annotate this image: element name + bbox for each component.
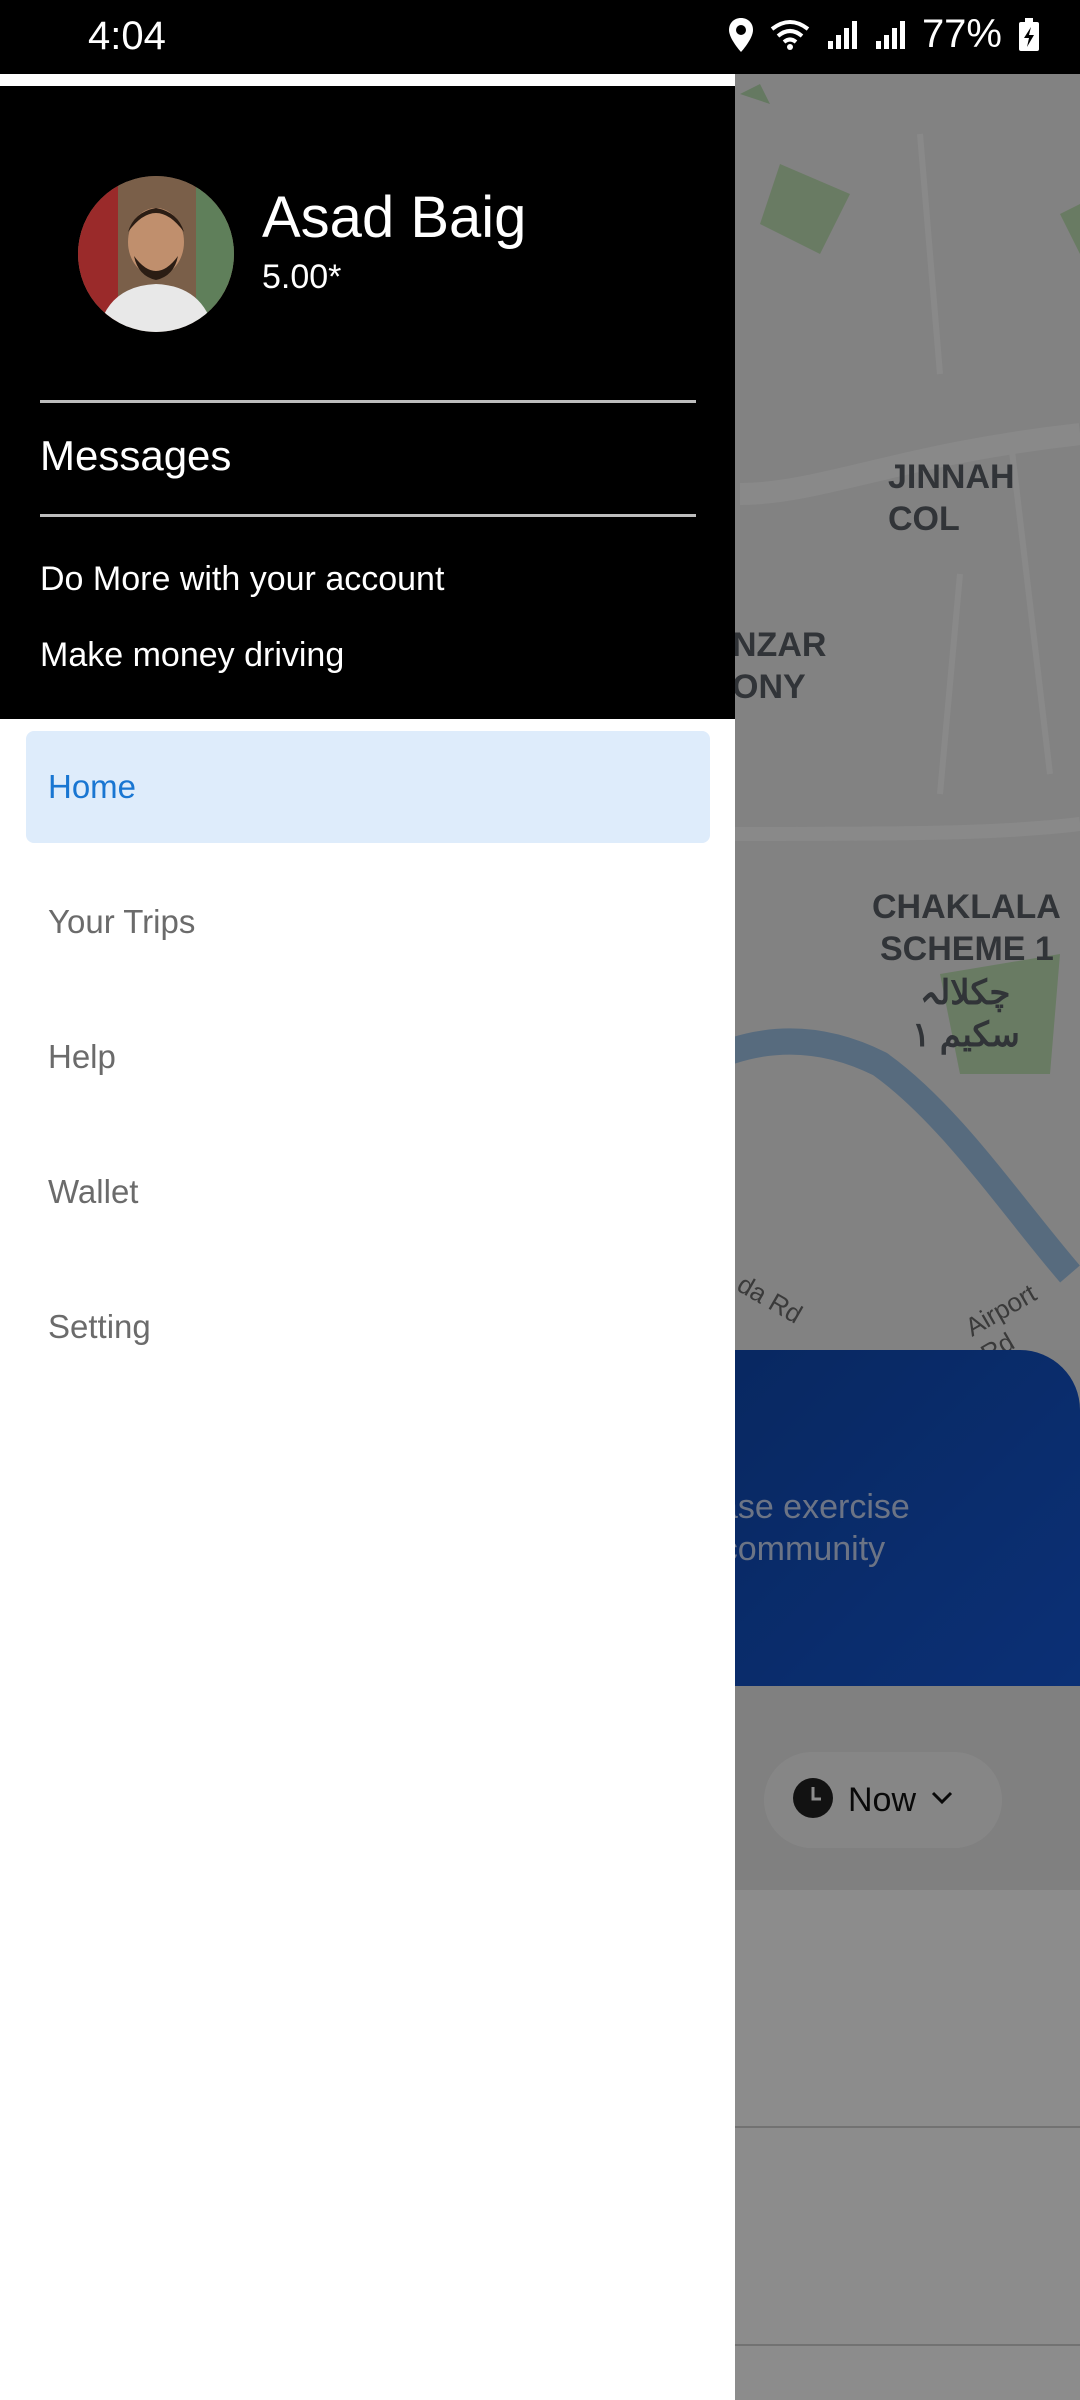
- do-more-link[interactable]: Do More with your account: [40, 560, 444, 599]
- status-time: 4:04: [88, 14, 166, 58]
- menu-item-wallet[interactable]: Wallet: [26, 1136, 710, 1248]
- signal-icon: [874, 19, 906, 51]
- location-icon: [728, 17, 754, 52]
- battery-percent: 77%: [921, 12, 1002, 56]
- menu-item-label: Your Trips: [48, 903, 196, 940]
- menu-item-label: Help: [48, 1038, 116, 1075]
- battery-charging-icon: [1018, 17, 1040, 52]
- make-money-driving-link[interactable]: Make money driving: [40, 636, 344, 675]
- avatar[interactable]: [78, 176, 234, 332]
- menu-item-setting[interactable]: Setting: [26, 1271, 710, 1383]
- signal-icon: [826, 19, 858, 51]
- status-icons: 77%: [728, 12, 1040, 57]
- user-rating: 5.00*: [262, 258, 342, 296]
- menu-item-home[interactable]: Home: [26, 731, 710, 843]
- divider: [40, 514, 696, 517]
- divider: [40, 400, 696, 403]
- drawer-header: Asad Baig 5.00* Messages Do More with yo…: [0, 74, 735, 719]
- wifi-icon: [770, 19, 810, 51]
- status-bar: 4:04 77%: [0, 0, 1080, 74]
- messages-link[interactable]: Messages: [40, 432, 231, 480]
- menu-item-help[interactable]: Help: [26, 1001, 710, 1113]
- menu-item-label: Setting: [48, 1308, 151, 1345]
- navigation-drawer: Asad Baig 5.00* Messages Do More with yo…: [0, 74, 735, 2400]
- user-name: Asad Baig: [262, 185, 527, 250]
- menu-item-your-trips[interactable]: Your Trips: [26, 866, 710, 978]
- menu-item-label: Wallet: [48, 1173, 139, 1210]
- menu-item-label: Home: [48, 768, 137, 805]
